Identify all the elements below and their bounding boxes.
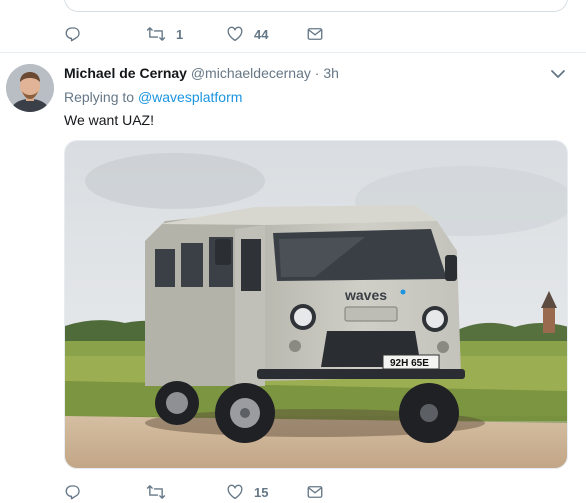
previous-tweet-card-edge (64, 0, 568, 12)
like-button[interactable]: 44 (226, 25, 306, 43)
author-handle[interactable]: @michaeldecernay (191, 65, 311, 81)
reply-button[interactable] (64, 25, 146, 43)
dm-icon (306, 25, 324, 43)
author-name[interactable]: Michael de Cernay (64, 65, 187, 81)
like-count: 15 (254, 484, 269, 500)
uaz-van-photo: waves 92H 65E (65, 141, 567, 468)
tweet-divider (0, 52, 586, 53)
direct-message-button[interactable] (306, 483, 324, 501)
time-separator: · (314, 65, 320, 81)
replying-to-link[interactable]: @wavesplatform (138, 89, 242, 105)
tweet-actions: 15 (64, 481, 324, 503)
retweet-button[interactable] (146, 483, 226, 501)
replying-to: Replying to @wavesplatform (64, 88, 242, 106)
more-options-button[interactable] (549, 67, 567, 81)
avatar[interactable] (6, 64, 54, 112)
dm-icon (306, 483, 324, 501)
retweet-button[interactable]: 1 (146, 25, 226, 43)
tweet-time[interactable]: 3h (323, 65, 339, 81)
like-button[interactable]: 15 (226, 483, 306, 501)
like-count: 44 (254, 26, 269, 42)
waves-logo-text: waves (344, 287, 387, 303)
tweet-text: We want UAZ! (64, 112, 154, 128)
retweet-icon (146, 25, 166, 43)
reply-button[interactable] (64, 483, 146, 501)
license-plate-text: 92H 65E (390, 358, 429, 369)
retweet-count: 1 (176, 26, 184, 42)
replying-prefix: Replying to (64, 89, 135, 105)
reply-icon (64, 25, 82, 43)
tweet-header: Michael de Cernay @michaeldecernay · 3h (64, 64, 339, 82)
like-icon (226, 483, 244, 501)
previous-tweet-actions: 1 44 (64, 23, 324, 45)
reply-icon (64, 483, 82, 501)
retweet-icon (146, 483, 166, 501)
chevron-down-icon (549, 68, 567, 85)
direct-message-button[interactable] (306, 25, 324, 43)
like-icon (226, 25, 244, 43)
tweet-photo[interactable]: waves 92H 65E (64, 140, 568, 469)
